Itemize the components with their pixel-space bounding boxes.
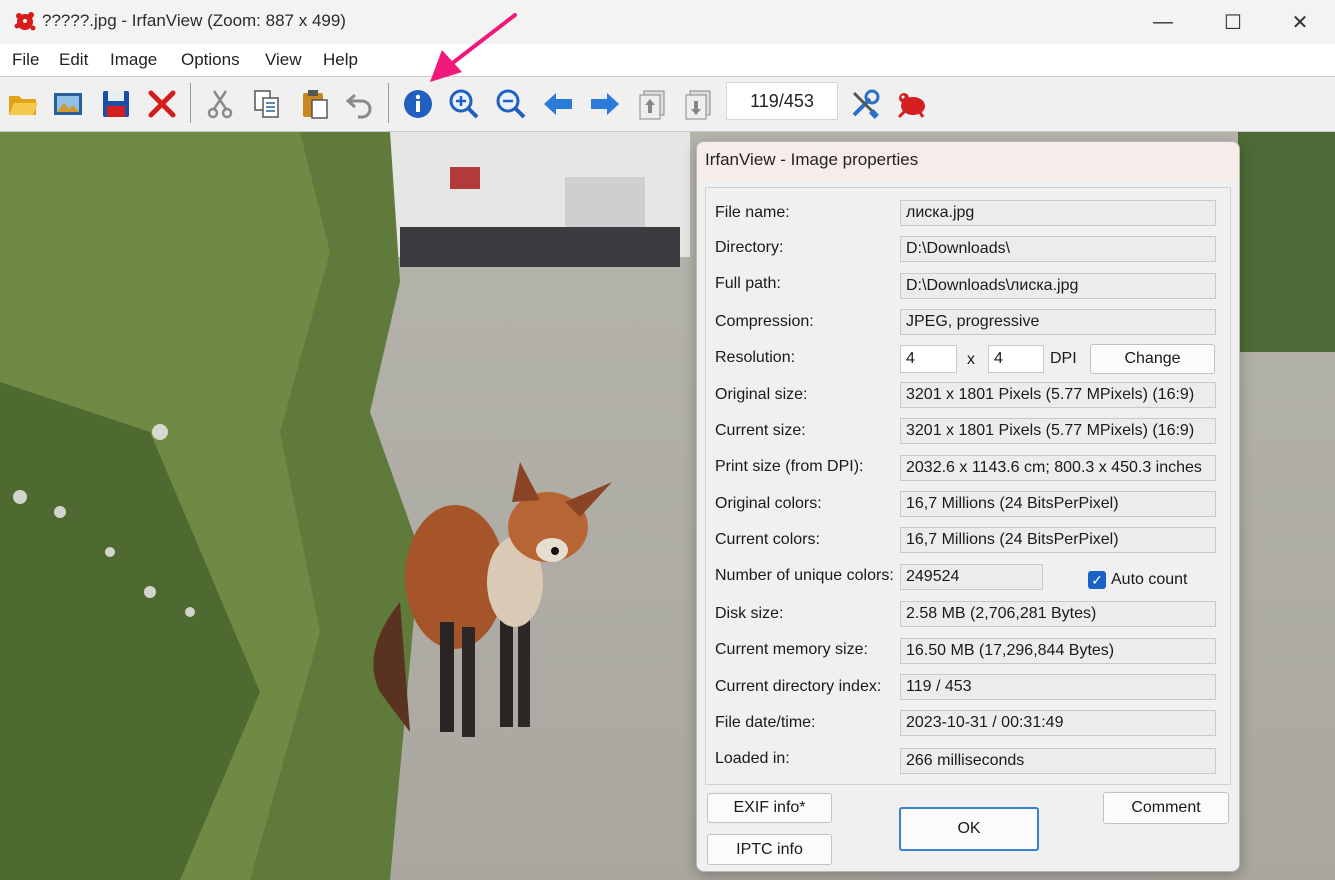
- directory-index-value[interactable]: 119 / 453: [900, 674, 1216, 700]
- copy-button[interactable]: [247, 82, 287, 126]
- menu-file[interactable]: File: [12, 50, 39, 70]
- print-size-value[interactable]: 2032.6 x 1143.6 cm; 800.3 x 450.3 inches: [900, 455, 1216, 481]
- menu-edit[interactable]: Edit: [59, 50, 88, 70]
- settings-button[interactable]: [845, 82, 885, 126]
- memory-size-label: Current memory size:: [715, 641, 868, 658]
- compression-label: Compression:: [715, 313, 814, 330]
- thumbnails-button[interactable]: [48, 82, 88, 126]
- comment-button[interactable]: Comment: [1103, 792, 1229, 824]
- auto-count-label: Auto count: [1111, 571, 1188, 588]
- next-icon: [591, 93, 619, 115]
- full-path-label: Full path:: [715, 275, 781, 292]
- menu-bar: File Edit Image Options View Help: [0, 44, 1335, 77]
- minimize-icon: —: [1153, 10, 1173, 33]
- current-size-value[interactable]: 3201 x 1801 Pixels (5.77 MPixels) (16:9): [900, 418, 1216, 444]
- directory-index-label: Current directory index:: [715, 678, 882, 695]
- menu-view[interactable]: View: [265, 50, 302, 70]
- zoom-in-icon: [449, 89, 479, 119]
- last-page-button[interactable]: [678, 82, 718, 126]
- current-colors-label: Current colors:: [715, 531, 820, 548]
- toolbar-separator: [388, 83, 389, 123]
- open-button[interactable]: [3, 82, 43, 126]
- menu-help[interactable]: Help: [323, 50, 358, 70]
- previous-icon: [544, 93, 572, 115]
- last-page-icon: [685, 90, 711, 120]
- file-datetime-value[interactable]: 2023-10-31 / 00:31:49: [900, 710, 1216, 736]
- dialog-title: IrfanView - Image properties: [697, 142, 1239, 180]
- directory-value[interactable]: D:\Downloads\: [900, 236, 1216, 262]
- maximize-button[interactable]: ☐: [1198, 0, 1268, 44]
- menu-image[interactable]: Image: [110, 50, 157, 70]
- resolution-unit: DPI: [1050, 350, 1077, 367]
- resolution-label: Resolution:: [715, 349, 796, 366]
- loaded-in-label: Loaded in:: [715, 750, 790, 767]
- memory-size-value[interactable]: 16.50 MB (17,296,844 Bytes): [900, 638, 1216, 664]
- next-button[interactable]: [585, 82, 625, 126]
- original-colors-label: Original colors:: [715, 495, 822, 512]
- copy-icon: [254, 90, 279, 118]
- change-resolution-button[interactable]: Change: [1090, 344, 1215, 374]
- save-button[interactable]: [96, 82, 136, 126]
- unique-colors-value[interactable]: 249524: [900, 564, 1043, 590]
- image-counter: 119/453: [726, 82, 838, 120]
- undo-icon: [345, 93, 372, 119]
- directory-label: Directory:: [715, 239, 784, 256]
- full-path-value[interactable]: D:\Downloads\лиска.jpg: [900, 273, 1216, 299]
- toolbar-separator: [190, 83, 191, 123]
- disk-size-label: Disk size:: [715, 605, 784, 622]
- disk-size-value[interactable]: 2.58 MB (2,706,281 Bytes): [900, 601, 1216, 627]
- delete-icon: [148, 90, 176, 118]
- iptc-info-button[interactable]: IPTC info: [707, 834, 832, 865]
- previous-button[interactable]: [538, 82, 578, 126]
- menu-options[interactable]: Options: [181, 50, 240, 70]
- zoom-out-icon: [496, 89, 526, 119]
- file-datetime-label: File date/time:: [715, 714, 816, 731]
- current-size-label: Current size:: [715, 422, 806, 439]
- open-icon: [9, 96, 38, 115]
- info-icon: [404, 90, 432, 118]
- minimize-button[interactable]: —: [1128, 0, 1198, 44]
- unique-colors-label: Number of unique colors:: [715, 567, 894, 584]
- paste-icon: [303, 90, 328, 119]
- annotation-arrow-info: [430, 13, 517, 82]
- save-icon: [103, 91, 129, 117]
- irfanview-app-icon[interactable]: [12, 8, 38, 34]
- delete-button[interactable]: [142, 82, 182, 126]
- image-properties-dialog: IrfanView - Image properties File name: …: [696, 141, 1240, 872]
- irfanview-logo-icon: [897, 93, 925, 119]
- cut-icon: [207, 90, 233, 119]
- settings-icon: [852, 89, 880, 119]
- original-colors-value[interactable]: 16,7 Millions (24 BitsPerPixel): [900, 491, 1216, 517]
- file-name-value[interactable]: лиска.jpg: [900, 200, 1216, 226]
- undo-button[interactable]: [340, 82, 380, 126]
- exif-info-button[interactable]: EXIF info*: [707, 793, 832, 823]
- toolbar: 119/453: [0, 77, 1335, 132]
- first-page-button[interactable]: [632, 82, 672, 126]
- title-bar: ?????.jpg - IrfanView (Zoom: 887 x 499) …: [0, 0, 1335, 44]
- resolution-y-input[interactable]: 4: [988, 345, 1044, 373]
- print-size-label: Print size (from DPI):: [715, 458, 864, 475]
- original-size-value[interactable]: 3201 x 1801 Pixels (5.77 MPixels) (16:9): [900, 382, 1216, 408]
- file-name-label: File name:: [715, 204, 790, 221]
- compression-value[interactable]: JPEG, progressive: [900, 309, 1216, 335]
- resolution-x-input[interactable]: 4: [900, 345, 957, 373]
- current-colors-value[interactable]: 16,7 Millions (24 BitsPerPixel): [900, 527, 1216, 553]
- ok-button[interactable]: OK: [899, 807, 1039, 851]
- original-size-label: Original size:: [715, 386, 808, 403]
- resolution-separator: x: [967, 351, 975, 368]
- maximize-icon: ☐: [1224, 11, 1242, 34]
- paste-button[interactable]: [295, 82, 335, 126]
- about-button[interactable]: [892, 82, 932, 126]
- window-title: ?????.jpg - IrfanView (Zoom: 887 x 499): [42, 11, 346, 30]
- auto-count-checkbox[interactable]: ✓: [1088, 571, 1106, 589]
- cut-button[interactable]: [200, 82, 240, 126]
- loaded-in-value[interactable]: 266 milliseconds: [900, 748, 1216, 774]
- first-page-icon: [639, 90, 665, 120]
- thumbnails-icon: [54, 93, 82, 115]
- close-icon: ✕: [1291, 11, 1309, 34]
- close-button[interactable]: ✕: [1265, 0, 1335, 44]
